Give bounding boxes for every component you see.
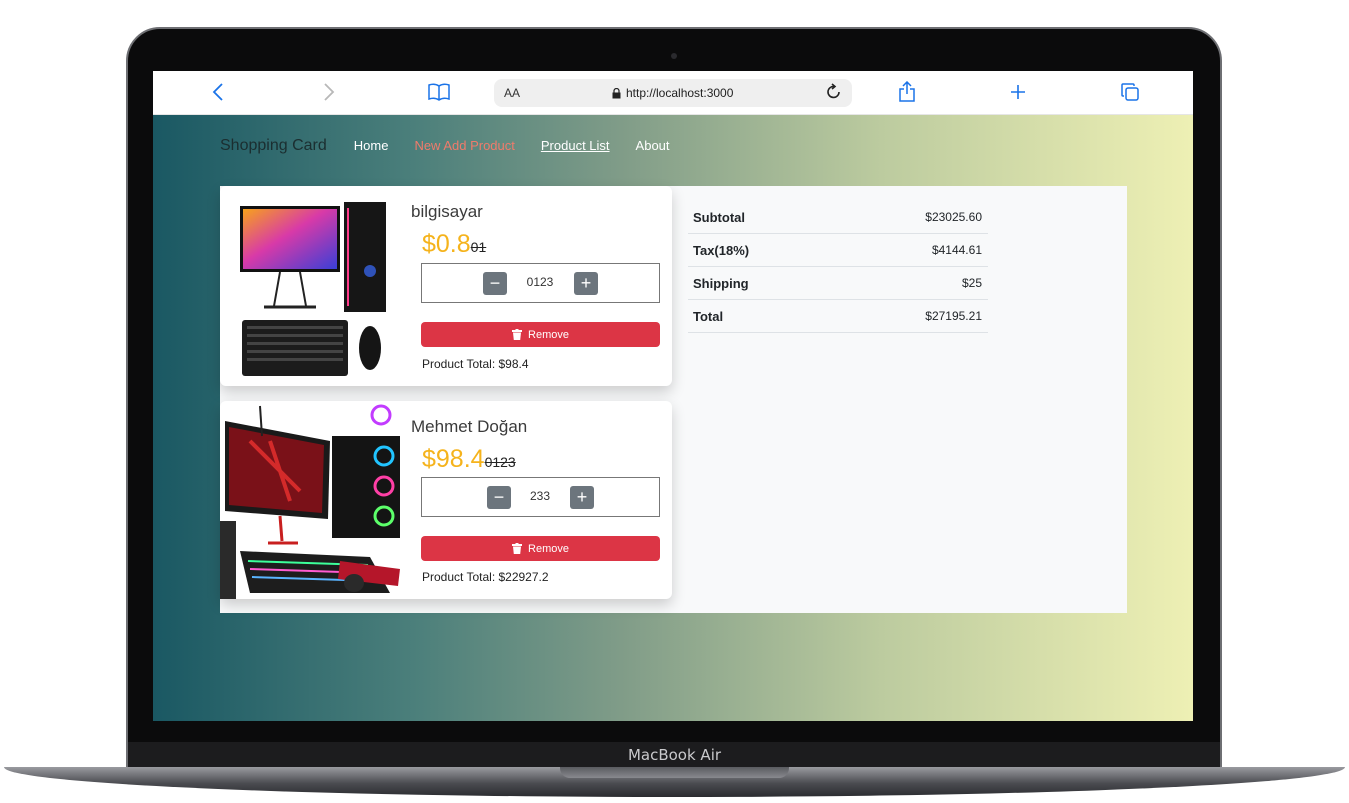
product-image [240,202,386,376]
remove-button[interactable]: Remove [421,536,660,561]
summary-value: $23025.60 [925,210,982,224]
reload-icon[interactable] [824,82,844,107]
trash-icon [512,543,523,554]
product-name: Mehmet Doğan [411,417,528,436]
increment-button[interactable]: + [574,272,598,295]
nav-link-product-list[interactable]: Product List [541,138,610,153]
summary-label: Subtotal [693,209,745,225]
quantity-stepper: − 0123 + [421,263,660,303]
nav-link-home[interactable]: Home [354,138,389,153]
device-label: MacBook Air [627,746,722,764]
url-bar[interactable]: AA http://localhost:3000 [494,79,852,107]
share-icon[interactable] [897,79,917,105]
current-price: $0.8 [422,230,471,258]
decrement-button[interactable]: − [483,272,507,295]
cart-item-card: bilgisayar $0.8 01 − 0123 + Remove Produ… [220,186,672,386]
product-price: $0.8 01 [422,230,486,259]
summary-value: $4144.61 [931,243,982,257]
cart-container: bilgisayar $0.8 01 − 0123 + Remove Produ… [220,186,1127,613]
old-price: 0123 [484,454,516,470]
tabs-icon[interactable] [1119,79,1141,105]
decrement-button[interactable]: − [487,486,511,509]
nav-link-about[interactable]: About [636,138,670,153]
summary-row-subtotal: Subtotal $23025.60 [688,201,988,234]
back-icon[interactable] [208,79,228,105]
browser-toolbar: AA http://localhost:3000 [153,71,1193,115]
product-total: Product Total: $22927.2 [422,570,549,584]
bookmarks-icon[interactable] [427,79,451,105]
trash-icon [512,329,523,340]
order-summary: Subtotal $23025.60 Tax(18%) $4144.61 Shi… [688,201,988,333]
cart-item-card: Mehmet Doğan $98.4 0123 − 233 + Remove P… [220,401,672,599]
summary-label: Shipping [693,275,749,291]
increment-button[interactable]: + [570,486,594,509]
summary-row-tax: Tax(18%) $4144.61 [688,234,988,267]
current-price: $98.4 [422,445,485,473]
url-display[interactable]: http://localhost:3000 [612,86,733,100]
new-tab-icon[interactable] [1008,79,1028,105]
quantity-value[interactable]: 0123 [510,275,570,289]
url-text: http://localhost:3000 [626,86,734,100]
forward-icon[interactable] [319,79,339,105]
summary-row-total: Total $27195.21 [688,300,988,333]
product-total: Product Total: $98.4 [422,357,529,371]
camera [671,53,677,59]
summary-label: Total [693,308,724,324]
remove-label: Remove [528,542,569,555]
old-price: 01 [470,239,487,255]
navbar: Shopping Card Home New Add Product Produ… [220,137,696,155]
reader-aa-button[interactable]: AA [504,86,520,100]
remove-button[interactable]: Remove [421,322,660,347]
remove-label: Remove [528,328,569,341]
laptop-notch [560,767,789,778]
navbar-brand[interactable]: Shopping Card [220,137,327,155]
summary-value: $25 [961,276,982,290]
product-image [220,404,400,599]
quantity-value[interactable]: 233 [510,489,570,503]
product-price: $98.4 0123 [422,445,516,474]
summary-value: $27195.21 [925,309,982,323]
screen: AA http://localhost:3000 Shopping Card H… [153,71,1193,721]
summary-label: Tax(18%) [693,242,750,258]
web-page: Shopping Card Home New Add Product Produ… [153,115,1193,721]
summary-row-shipping: Shipping $25 [688,267,988,300]
product-name: bilgisayar [411,202,483,221]
nav-link-new-add-product[interactable]: New Add Product [414,138,514,153]
quantity-stepper: − 233 + [421,477,660,517]
lock-icon [612,87,621,98]
